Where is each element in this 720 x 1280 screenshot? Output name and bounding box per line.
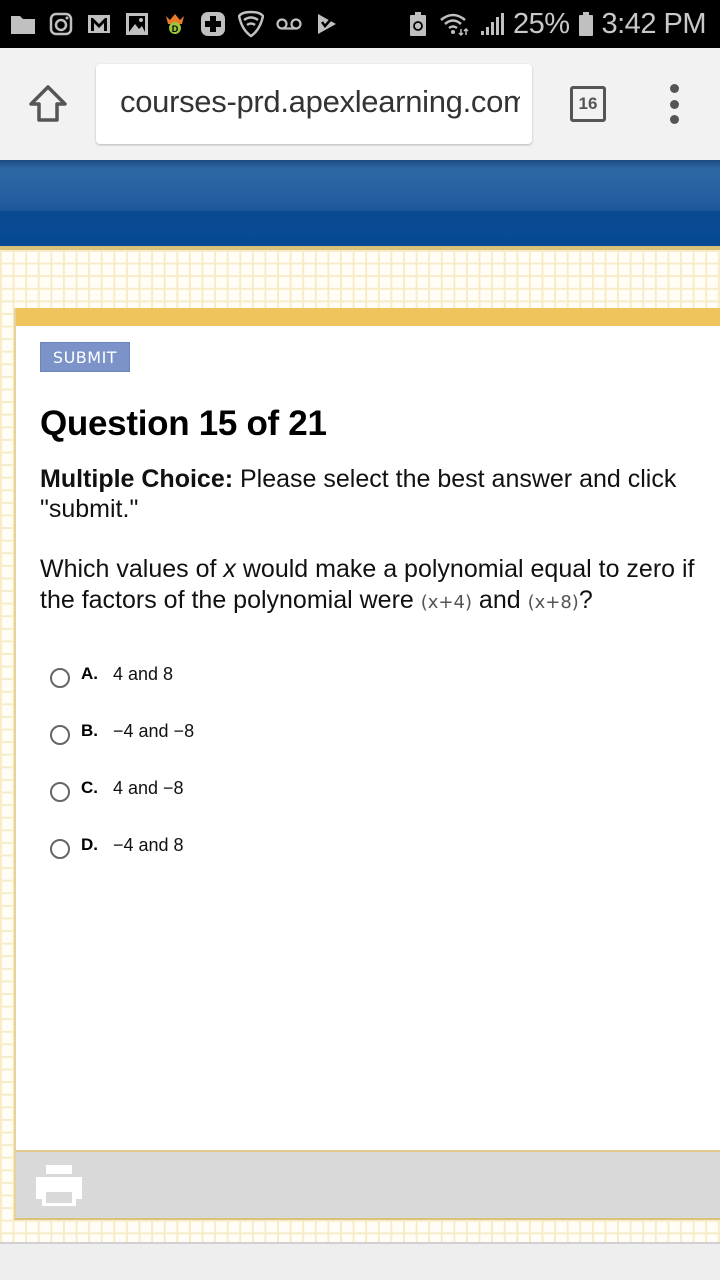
panel-top-bar [16, 308, 720, 326]
radio-button[interactable] [50, 781, 70, 802]
browser-bottom-area [0, 1244, 720, 1280]
submit-button[interactable]: SUBMIT [40, 342, 130, 372]
choice-text: 4 and −8 [113, 778, 184, 798]
choice-letter: D. [81, 834, 98, 854]
choice-letter: A. [81, 663, 98, 683]
radio-button[interactable] [50, 838, 70, 859]
site-header-banner [0, 160, 720, 250]
svg-text:D: D [172, 24, 179, 34]
overflow-menu-button[interactable] [660, 84, 688, 124]
url-text: courses-prd.apexlearning.com [120, 84, 520, 119]
menu-dot [669, 99, 679, 109]
panel-footer [16, 1150, 720, 1218]
instagram-icon [48, 11, 74, 37]
radio-button[interactable] [50, 667, 70, 688]
gallery-icon [124, 11, 150, 37]
notification-icons: D [10, 0, 340, 48]
choice-letter: C. [81, 777, 98, 797]
menu-dot [669, 84, 679, 93]
clock: 3:42 PM [601, 7, 707, 40]
address-bar[interactable]: courses-prd.apexlearning.com [96, 64, 532, 144]
battery-saver-icon [405, 11, 431, 37]
choice-b[interactable]: B. −4 and −8 [50, 703, 650, 760]
answer-choices: A. 4 and 8 B. −4 and −8 C. 4 and −8 D. −… [50, 646, 650, 874]
battery-icon [578, 11, 594, 37]
system-status: 25% 3:42 PM [405, 0, 706, 48]
folder-icon [10, 11, 36, 37]
draftkings-icon: D [162, 11, 188, 37]
choice-text: −4 and 8 [113, 835, 184, 855]
voicemail-icon [276, 11, 302, 37]
task-check-icon [314, 11, 340, 37]
factor-1: (x+4) [420, 592, 472, 613]
screen: D 25% 3:42 PM courses-prd.apexlearning.c… [0, 0, 720, 1280]
tab-switcher-button[interactable]: 16 [570, 86, 606, 122]
signal-icon [479, 11, 505, 37]
question-variable: x [223, 555, 236, 583]
question-title: Question 15 of 21 [40, 404, 327, 443]
choice-text: −4 and −8 [113, 721, 195, 741]
choice-text: 4 and 8 [113, 664, 174, 684]
factor-2: (x+8) [527, 592, 579, 613]
question-text-part: Which values of [40, 555, 224, 583]
health-plus-icon [200, 11, 226, 37]
status-bar: D 25% 3:42 PM [0, 0, 720, 48]
battery-percent: 25% [512, 7, 570, 40]
printer-icon [36, 1165, 82, 1206]
radio-button[interactable] [50, 724, 70, 745]
question-instructions: Multiple Choice: Please select the best … [40, 464, 700, 524]
question-text: Which values of x would make a polynomia… [40, 554, 720, 618]
home-button[interactable] [26, 82, 70, 126]
question-text-part: ? [578, 586, 593, 614]
wifi-icon [439, 11, 471, 37]
question-panel: SUBMIT Question 15 of 21 Multiple Choice… [14, 308, 720, 1220]
home-icon [29, 85, 67, 122]
question-text-part: and [471, 586, 528, 614]
choice-a[interactable]: A. 4 and 8 [50, 646, 650, 703]
choice-d[interactable]: D. −4 and 8 [50, 817, 650, 874]
gmail-icon [86, 11, 112, 37]
choice-letter: B. [81, 720, 98, 740]
vpn-shield-icon [238, 10, 264, 38]
instruction-label: Multiple Choice: [40, 465, 234, 493]
choice-c[interactable]: C. 4 and −8 [50, 760, 650, 817]
menu-dot [669, 115, 679, 124]
print-button[interactable] [36, 1162, 82, 1208]
